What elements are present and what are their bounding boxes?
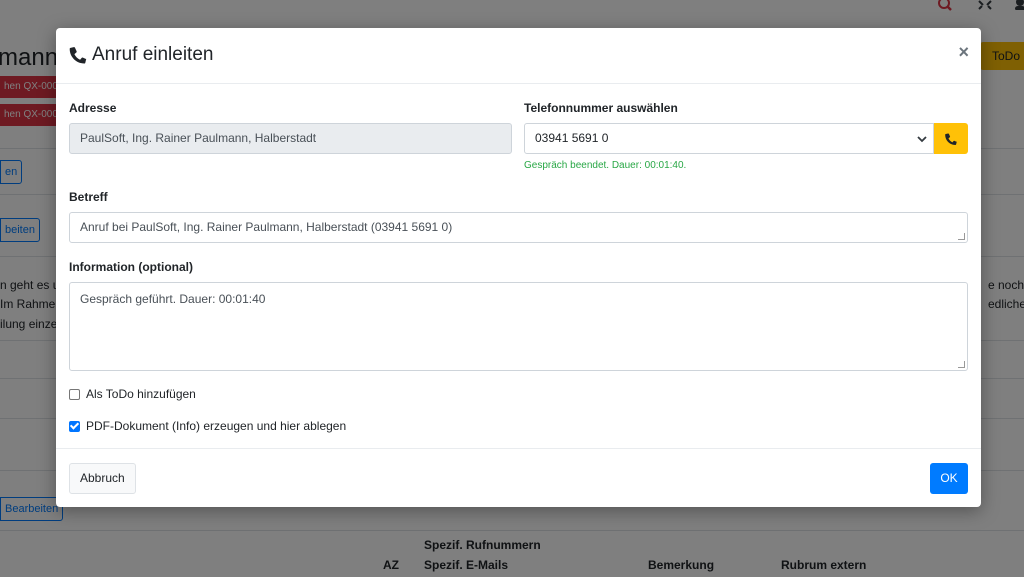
dialog-footer: Abbruch OK xyxy=(56,448,981,507)
cancel-button[interactable]: Abbruch xyxy=(69,463,136,494)
phone-select-value: 03941 5691 0 xyxy=(535,131,609,145)
call-button[interactable] xyxy=(934,123,968,154)
pdf-checkbox[interactable] xyxy=(69,420,80,432)
dialog-header: Anruf einleiten × xyxy=(56,28,981,84)
pdf-checkbox-label: PDF-Dokument (Info) erzeugen und hier ab… xyxy=(86,419,347,433)
dialog-title: Anruf einleiten xyxy=(68,44,213,66)
call-dialog: Anruf einleiten × Adresse PaulSoft, Ing.… xyxy=(56,28,981,507)
pdf-checkbox-row[interactable]: PDF-Dokument (Info) erzeugen und hier ab… xyxy=(69,419,346,433)
call-status: Gespräch beendet. Dauer: 00:01:40. xyxy=(524,160,687,171)
resize-handle[interactable] xyxy=(958,233,965,240)
subject-label: Betreff xyxy=(69,190,108,204)
todo-checkbox-label: Als ToDo hinzufügen xyxy=(86,387,196,401)
todo-checkbox-row[interactable]: Als ToDo hinzufügen xyxy=(69,387,196,401)
phone-select[interactable]: 03941 5691 0 xyxy=(524,123,934,154)
chevron-down-icon xyxy=(917,136,927,143)
address-field: PaulSoft, Ing. Rainer Paulmann, Halberst… xyxy=(69,123,512,154)
info-label: Information (optional) xyxy=(69,260,193,274)
subject-input[interactable]: Anruf bei PaulSoft, Ing. Rainer Paulmann… xyxy=(69,212,968,243)
info-value: Gespräch geführt. Dauer: 00:01:40 xyxy=(80,292,266,306)
phone-icon xyxy=(69,47,87,64)
phone-icon xyxy=(945,132,957,145)
resize-handle[interactable] xyxy=(958,361,965,368)
close-icon[interactable]: × xyxy=(958,42,969,62)
phone-label: Telefonnummer auswählen xyxy=(524,101,678,115)
address-label: Adresse xyxy=(69,101,117,115)
subject-value: Anruf bei PaulSoft, Ing. Rainer Paulmann… xyxy=(80,220,453,234)
info-textarea[interactable]: Gespräch geführt. Dauer: 00:01:40 xyxy=(69,282,968,371)
dialog-title-text: Anruf einleiten xyxy=(92,44,214,65)
todo-checkbox[interactable] xyxy=(69,388,80,400)
ok-button[interactable]: OK xyxy=(930,463,968,494)
